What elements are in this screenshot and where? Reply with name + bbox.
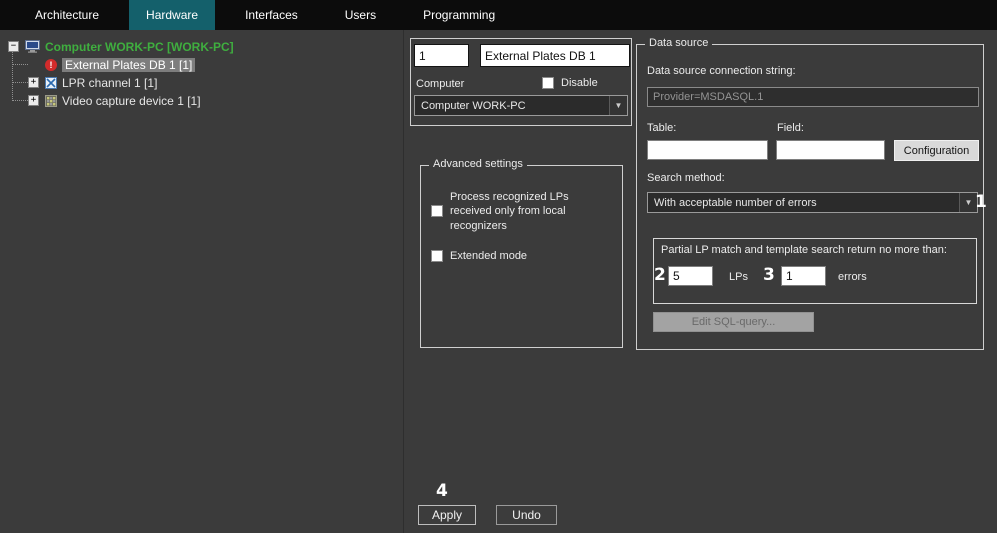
data-source-groupbox: Data source Data source connection strin… (636, 44, 984, 350)
identity-groupbox: Computer Disable Computer WORK-PC (410, 38, 632, 126)
tree-connector (12, 64, 28, 65)
callout-3: 3 (763, 265, 775, 285)
local-recognizers-row: Process recognized LPs received only fro… (431, 190, 603, 233)
disable-label: Disable (561, 76, 598, 90)
extended-mode-row: Extended mode (431, 249, 527, 263)
callout-1: 1 (975, 192, 987, 212)
lpr-channel-icon (45, 77, 57, 89)
connection-string-label: Data source connection string: (647, 65, 796, 77)
collapse-icon[interactable] (8, 41, 19, 52)
search-method-label: Search method: (647, 172, 725, 184)
tree-label-video-device: Video capture device 1 [1] (62, 94, 201, 108)
advanced-settings-title: Advanced settings (429, 158, 527, 170)
errors-count-field[interactable] (781, 266, 826, 286)
local-recognizers-label: Process recognized LPs received only fro… (450, 190, 596, 233)
extended-mode-label: Extended mode (450, 249, 527, 263)
table-label: Table: (647, 122, 676, 134)
tab-hardware[interactable]: Hardware (129, 0, 215, 30)
extended-mode-checkbox[interactable] (431, 250, 443, 262)
lps-count-field[interactable] (668, 266, 713, 286)
computer-select-value: Computer WORK-PC (421, 100, 526, 112)
tree-row-lpr-channel[interactable]: LPR channel 1 [1] (28, 74, 157, 91)
computer-label: Computer (416, 78, 464, 90)
advanced-settings-groupbox: Advanced settings Process recognized LPs… (420, 165, 623, 348)
tab-programming[interactable]: Programming (406, 0, 512, 30)
apply-button[interactable]: Apply (418, 505, 476, 525)
computer-select[interactable]: Computer WORK-PC (414, 95, 628, 116)
chevron-down-icon (609, 96, 627, 115)
expand-icon[interactable] (28, 77, 39, 88)
object-id-field[interactable] (414, 44, 469, 67)
tree-row-computer[interactable]: Computer WORK-PC [WORK-PC] (8, 38, 234, 55)
partial-match-groupbox: Partial LP match and template search ret… (653, 238, 977, 304)
application-window: Architecture Hardware Interfaces Users P… (0, 0, 997, 533)
callout-2: 2 (654, 265, 666, 285)
tree-connector (12, 47, 13, 101)
lps-label: LPs (729, 271, 748, 283)
edit-sql-query-button: Edit SQL-query... (653, 312, 814, 332)
undo-button[interactable]: Undo (496, 505, 557, 525)
hardware-tree-panel: Computer WORK-PC [WORK-PC] External Plat… (0, 30, 404, 533)
data-source-title: Data source (645, 37, 712, 49)
tree-label-computer: Computer WORK-PC [WORK-PC] (45, 40, 234, 54)
tree-row-external-db[interactable]: External Plates DB 1 [1] (28, 56, 195, 73)
local-recognizers-checkbox[interactable] (431, 205, 443, 217)
disable-checkbox[interactable] (542, 77, 554, 89)
errors-label: errors (838, 271, 867, 283)
search-method-select[interactable]: With acceptable number of errors (647, 192, 978, 213)
tab-architecture[interactable]: Architecture (18, 0, 116, 30)
tree-label-external-db: External Plates DB 1 [1] (62, 58, 195, 72)
callout-4: 4 (436, 481, 448, 501)
tree-connector (12, 82, 28, 83)
expand-icon[interactable] (28, 95, 39, 106)
tab-interfaces[interactable]: Interfaces (228, 0, 315, 30)
disable-checkbox-row: Disable (542, 76, 598, 90)
tree-row-video-device[interactable]: Video capture device 1 [1] (28, 92, 201, 109)
connection-string-field[interactable] (647, 87, 979, 107)
field-field[interactable] (776, 140, 885, 160)
field-label: Field: (777, 122, 804, 134)
computer-icon (25, 40, 40, 53)
object-name-field[interactable] (480, 44, 630, 67)
alert-icon (45, 59, 57, 71)
search-method-value: With acceptable number of errors (654, 197, 817, 209)
configuration-button[interactable]: Configuration (894, 140, 979, 161)
partial-match-title: Partial LP match and template search ret… (661, 244, 947, 256)
tree-label-lpr-channel: LPR channel 1 [1] (62, 76, 157, 90)
video-capture-icon (45, 95, 57, 107)
tab-users[interactable]: Users (328, 0, 393, 30)
table-field[interactable] (647, 140, 768, 160)
top-tab-bar: Architecture Hardware Interfaces Users P… (0, 0, 997, 30)
tree-connector (12, 100, 28, 101)
